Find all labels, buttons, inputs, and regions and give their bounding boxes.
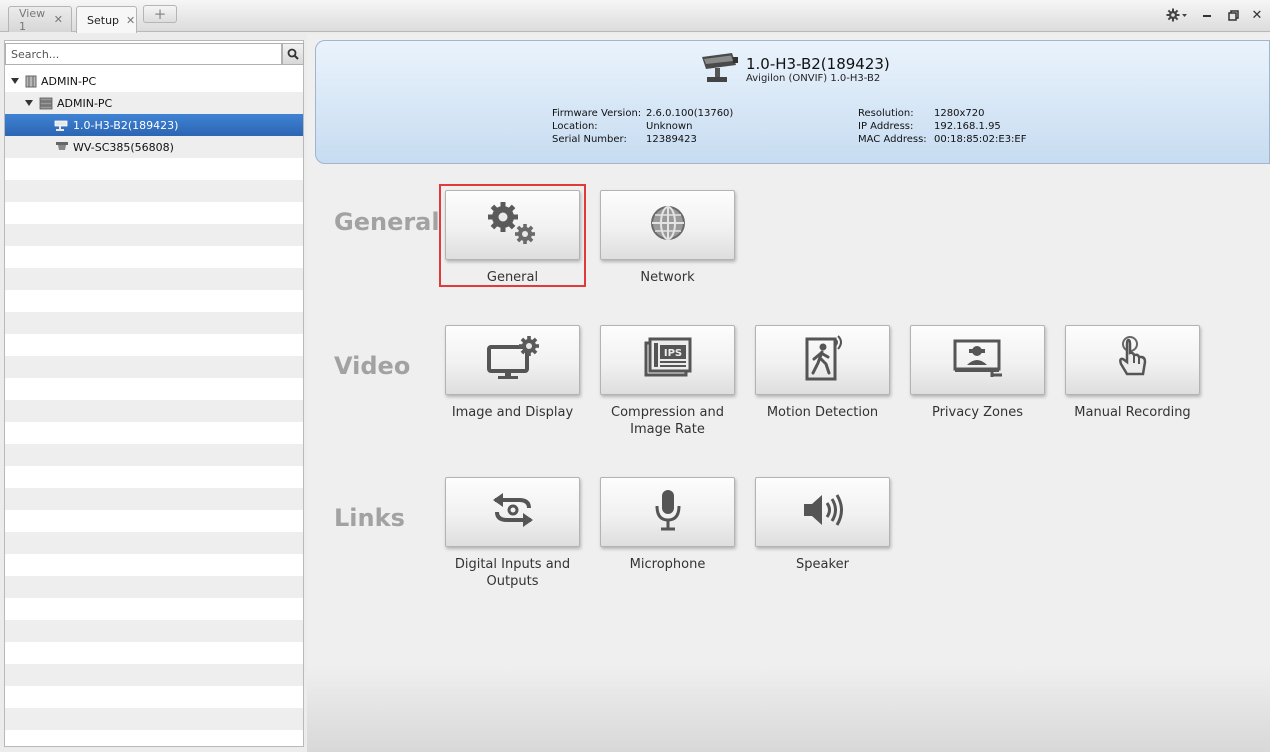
tile-label: Compression and Image Rate (611, 405, 724, 437)
device-model: Avigilon (ONVIF) 1.0-H3-B2 (746, 73, 881, 84)
sidebar: ADMIN-PC ADMIN-PC 1.0-H3-B2(189423) WV-S… (4, 40, 304, 747)
close-tab-icon[interactable]: ✕ (54, 13, 63, 26)
close-icon[interactable]: ✕ (1249, 6, 1265, 24)
tree-item-site-admin-pc[interactable]: ADMIN-PC (5, 70, 303, 92)
compression-and-image-rate-tile[interactable]: IPS Compression and Image Rate (600, 325, 736, 438)
gears-icon (485, 200, 541, 250)
minimize-icon[interactable] (1199, 6, 1215, 24)
section-title-video: Video (334, 352, 411, 380)
microphone-button[interactable] (600, 477, 735, 547)
restore-icon[interactable] (1225, 6, 1241, 24)
network-button[interactable] (600, 190, 735, 260)
tab-bar: View 1 ✕ Setup ✕ + ✕ (0, 0, 1270, 33)
tree-item-label: WV-SC385(56808) (73, 140, 174, 154)
manual-recording-button[interactable] (1065, 325, 1200, 395)
tile-label: General (486, 270, 539, 285)
search-input[interactable] (5, 43, 282, 65)
walking-person-icon (801, 333, 845, 387)
tab-setup-label: Setup (87, 13, 120, 27)
microphone-icon (652, 488, 684, 536)
tree-item-camera-wv-sc385[interactable]: WV-SC385(56808) (5, 136, 303, 158)
add-tab-button[interactable]: + (143, 5, 177, 23)
info-value: 192.168.1.95 (934, 121, 1001, 132)
gear-dropdown-icon[interactable] (1165, 6, 1189, 24)
info-value: 1280x720 (934, 108, 985, 119)
search-icon (287, 45, 299, 64)
touch-hand-icon (1113, 334, 1153, 386)
tile-label: Privacy Zones (931, 405, 1024, 420)
general-tile[interactable]: General (445, 190, 581, 286)
section-title-links: Links (334, 504, 405, 532)
close-tab-icon[interactable]: ✕ (126, 14, 135, 27)
io-arrows-icon (489, 490, 537, 534)
device-info-right: Resolution: 1280x720 IP Address: 192.168… (858, 108, 1064, 146)
camera-icon (698, 51, 740, 91)
search-box (5, 43, 305, 67)
tree-item-label: ADMIN-PC (41, 74, 97, 88)
info-label: Firmware Version: (552, 108, 642, 119)
device-name: 1.0-H3-B2(189423) (746, 55, 890, 73)
expand-arrow-icon[interactable] (25, 100, 33, 106)
tree-item-label: 1.0-H3-B2(189423) (73, 118, 179, 132)
digital-inputs-and-outputs-tile[interactable]: Digital Inputs and Outputs (445, 477, 581, 590)
info-value: 00:18:85:02:E3:EF (934, 134, 1027, 145)
tile-label: Digital Inputs and Outputs (454, 557, 571, 589)
image-and-display-button[interactable] (445, 325, 580, 395)
image-and-display-tile[interactable]: Image and Display (445, 325, 581, 421)
ips-film-icon: IPS (644, 337, 692, 383)
microphone-tile[interactable]: Microphone (600, 477, 736, 573)
server-icon (39, 97, 53, 110)
tile-label: Motion Detection (766, 405, 879, 420)
info-value: Unknown (646, 121, 693, 132)
speaker-icon (801, 492, 845, 532)
tile-label: Manual Recording (1074, 405, 1191, 420)
privacy-mask-icon (952, 337, 1004, 383)
expand-arrow-icon[interactable] (11, 78, 19, 84)
camera-icon (53, 119, 69, 132)
search-button[interactable] (282, 43, 304, 65)
tree-item-label: ADMIN-PC (57, 96, 113, 110)
site-icon (25, 75, 37, 88)
info-value: 12389423 (646, 134, 697, 145)
speaker-tile[interactable]: Speaker (755, 477, 891, 573)
compression-and-image-rate-button[interactable]: IPS (600, 325, 735, 395)
svg-text:IPS: IPS (663, 348, 681, 359)
tab-setup[interactable]: Setup ✕ (76, 6, 137, 33)
section-title-general: General (334, 208, 440, 236)
tile-label: Image and Display (451, 405, 574, 420)
privacy-zones-button[interactable] (910, 325, 1045, 395)
setup-panel: 1.0-H3-B2(189423) Avigilon (ONVIF) 1.0-H… (307, 34, 1270, 752)
info-value: 2.6.0.100(13760) (646, 108, 734, 119)
digital-inputs-and-outputs-button[interactable] (445, 477, 580, 547)
tile-label: Network (640, 270, 695, 285)
manual-recording-tile[interactable]: Manual Recording (1065, 325, 1201, 421)
tab-view-1-label: View 1 (19, 6, 46, 33)
motion-detection-tile[interactable]: Motion Detection (755, 325, 891, 421)
device-info-panel: 1.0-H3-B2(189423) Avigilon (ONVIF) 1.0-H… (315, 40, 1270, 164)
info-label: IP Address: (858, 121, 914, 132)
tile-label: Microphone (629, 557, 706, 572)
general-button[interactable] (445, 190, 580, 260)
privacy-zones-tile[interactable]: Privacy Zones (910, 325, 1046, 421)
info-label: Location: (552, 121, 598, 132)
info-label: MAC Address: (858, 134, 927, 145)
dome-camera-icon (55, 141, 69, 153)
tree-item-server-admin-pc[interactable]: ADMIN-PC (5, 92, 303, 114)
device-info-left: Firmware Version: 2.6.0.100(13760) Locat… (552, 108, 766, 146)
info-label: Resolution: (858, 108, 914, 119)
device-tree: ADMIN-PC ADMIN-PC 1.0-H3-B2(189423) WV-S… (5, 70, 303, 746)
tree-item-camera-1-0-h3-b2[interactable]: 1.0-H3-B2(189423) (5, 114, 303, 136)
info-label: Serial Number: (552, 134, 627, 145)
speaker-button[interactable] (755, 477, 890, 547)
network-tile[interactable]: Network (600, 190, 736, 286)
motion-detection-button[interactable] (755, 325, 890, 395)
tile-label: Speaker (796, 557, 849, 572)
tab-view-1[interactable]: View 1 ✕ (8, 6, 72, 33)
globe-icon (648, 203, 688, 247)
monitor-gear-icon (485, 335, 541, 385)
